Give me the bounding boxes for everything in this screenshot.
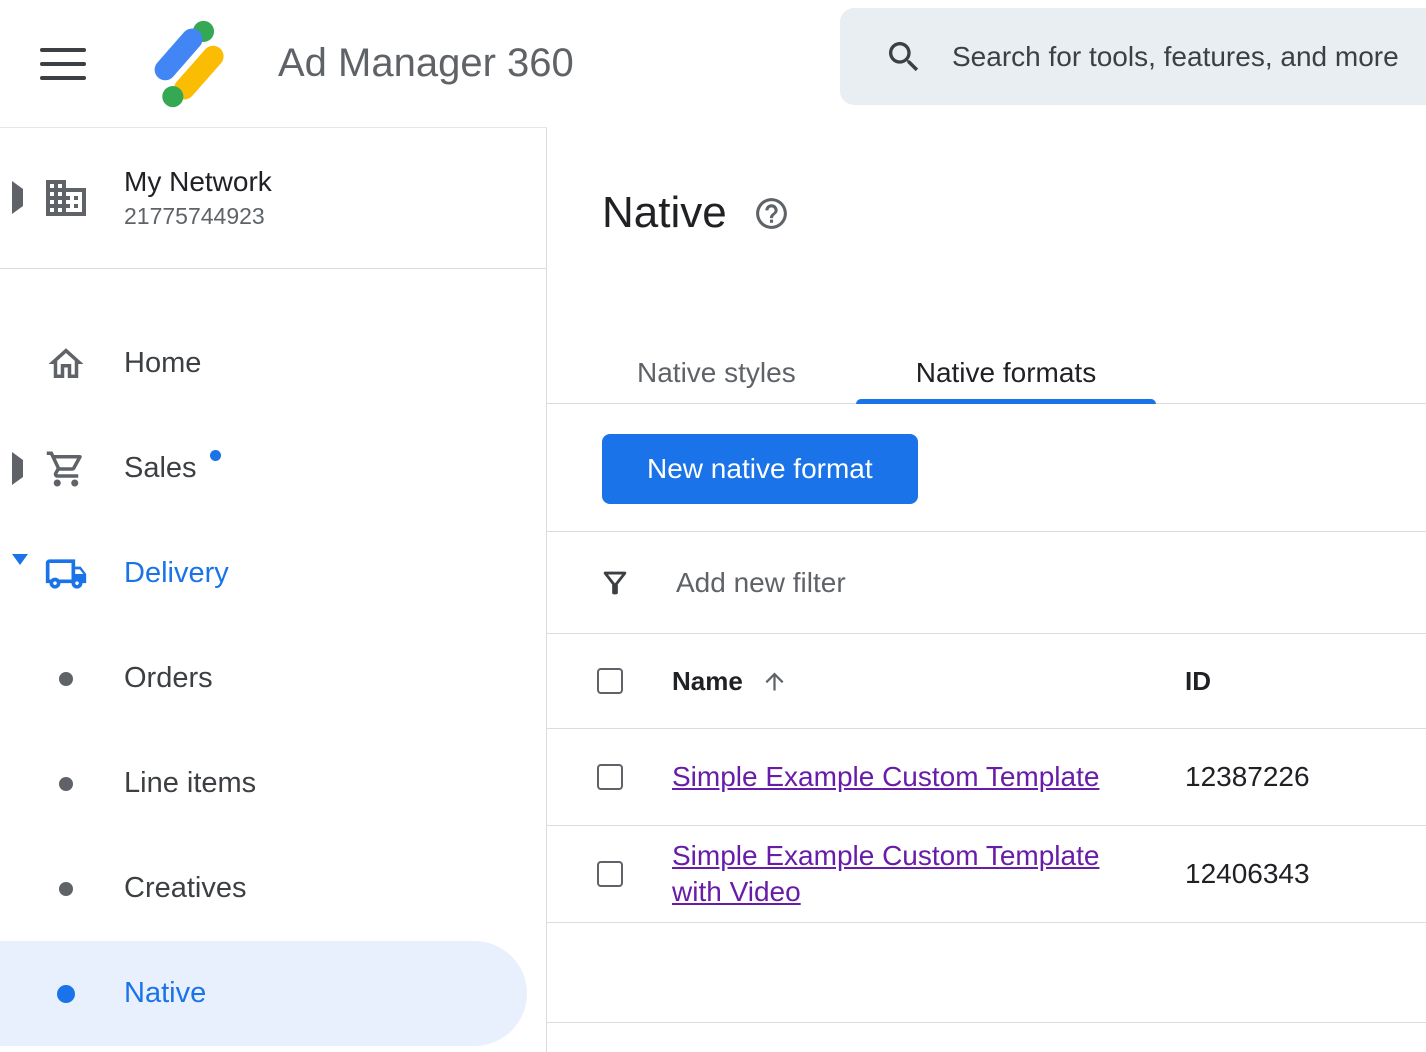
cart-icon [45,448,87,490]
app-title: Ad Manager 360 [278,41,574,86]
sidebar-item-line-items[interactable]: Line items [0,731,546,836]
help-icon[interactable] [753,195,790,232]
native-format-link[interactable]: Simple Example Custom Template [672,759,1099,795]
tab-label: Native formats [916,357,1097,389]
add-filter-control[interactable]: Add new filter [547,532,1426,634]
sidebar-item-orders[interactable]: Orders [0,626,546,731]
sidebar-item-label: Sales [124,452,197,485]
native-format-id: 12406343 [1185,858,1310,889]
id-column-header[interactable]: ID [1185,666,1426,697]
network-name: My Network [124,166,272,198]
hamburger-menu-icon[interactable] [40,48,86,80]
sidebar-item-label: Creatives [124,872,247,905]
top-bar: Ad Manager 360 [0,0,1426,127]
name-column-header[interactable]: Name [672,666,1185,697]
home-icon [45,343,87,385]
native-format-id: 12387226 [1185,761,1310,792]
network-id: 21775744923 [124,203,272,230]
sales-expand-icon[interactable] [12,452,23,485]
app-logo-link[interactable]: Ad Manager 360 [146,18,574,110]
sidebar-item-sales[interactable]: Sales [0,416,546,521]
ad-manager-logo-icon [146,18,238,110]
sort-ascending-icon [761,668,788,695]
sidebar-item-label: Orders [124,662,213,695]
tab-bar: Native styles Native formats [547,343,1426,404]
id-header-label: ID [1185,666,1211,696]
sidebar-item-home[interactable]: Home [0,311,546,416]
sales-notification-dot [210,450,221,461]
sidebar-item-label: Home [124,347,201,380]
global-search-bar[interactable] [840,8,1426,105]
sidebar-item-native[interactable]: Native [0,941,527,1046]
table-row: Simple Example Custom Template 12387226 [547,729,1426,826]
sidebar-item-creatives[interactable]: Creatives [0,836,546,941]
bullet-icon [57,985,75,1003]
sidebar-item-label: Native [124,977,206,1010]
bullet-icon [59,882,73,896]
network-selector[interactable]: My Network 21775744923 [0,128,546,268]
select-all-checkbox[interactable] [597,668,623,694]
table-header-row: Name ID [547,634,1426,729]
table-empty-space [547,923,1426,1023]
filter-icon [598,566,632,600]
add-filter-label: Add new filter [676,567,846,599]
name-header-label: Name [672,666,743,697]
sidebar-item-delivery[interactable]: Delivery [0,521,546,626]
sidebar-item-label: Line items [124,767,256,800]
building-icon [42,174,90,222]
main-content: Native Native styles Native formats New … [547,127,1426,1052]
new-native-format-button[interactable]: New native format [602,434,918,504]
network-expand-icon[interactable] [12,181,23,214]
row-checkbox[interactable] [597,764,623,790]
bullet-icon [59,777,73,791]
sidebar-item-label: Delivery [124,557,229,590]
tab-native-styles[interactable]: Native styles [577,343,856,403]
table-row: Simple Example Custom Template with Vide… [547,826,1426,923]
page-title: Native [602,183,727,243]
sidebar-nav: Home Sales Delivery [0,269,546,1046]
native-format-link[interactable]: Simple Example Custom Template with Vide… [672,838,1145,910]
tab-label: Native styles [637,357,796,389]
sidebar: My Network 21775744923 Home [0,127,547,1052]
delivery-collapse-icon[interactable] [12,554,28,582]
native-formats-table: Name ID Simple Example Custom Templat [547,634,1426,1023]
search-input[interactable] [950,40,1426,74]
action-row: New native format [547,404,1426,532]
tab-native-formats[interactable]: Native formats [856,343,1157,403]
bullet-icon [59,672,73,686]
truck-icon [44,552,88,596]
row-checkbox[interactable] [597,861,623,887]
search-icon [884,37,924,77]
